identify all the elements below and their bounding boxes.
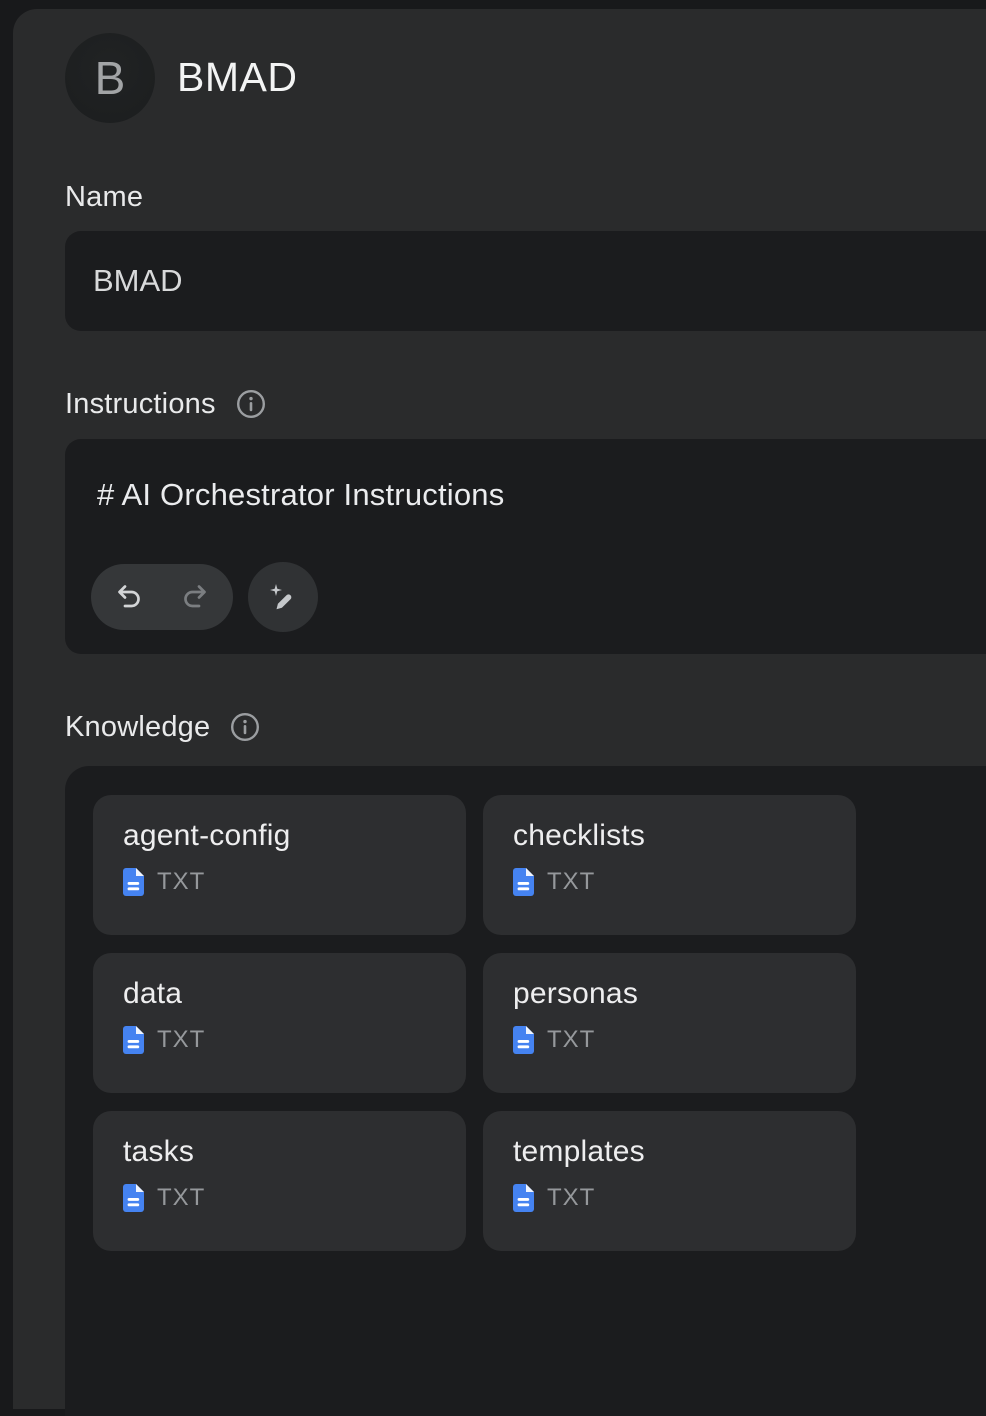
magic-rewrite-icon	[267, 581, 299, 613]
knowledge-file-meta: TXT	[513, 1025, 856, 1055]
knowledge-file-card[interactable]: templates TXT	[483, 1111, 856, 1251]
undo-redo-toolbar	[91, 564, 233, 630]
knowledge-file-card[interactable]: agent-config TXT	[93, 795, 466, 935]
knowledge-file-meta: TXT	[513, 867, 856, 897]
redo-icon	[179, 581, 211, 613]
name-label: Name	[65, 181, 143, 214]
text-file-icon	[513, 1026, 534, 1054]
redo-button[interactable]	[172, 574, 218, 620]
instructions-label-row: Instructions	[65, 388, 266, 420]
page-title: BMAD	[177, 55, 297, 100]
file-type-label: TXT	[547, 868, 595, 896]
instructions-label: Instructions	[65, 388, 216, 421]
knowledge-file-card[interactable]: tasks TXT	[93, 1111, 466, 1251]
text-file-icon	[123, 1026, 144, 1054]
knowledge-file-meta: TXT	[123, 867, 466, 897]
knowledge-file-card[interactable]: personas TXT	[483, 953, 856, 1093]
knowledge-file-name: checklists	[513, 818, 856, 854]
knowledge-file-name: agent-config	[123, 818, 466, 854]
knowledge-file-name: data	[123, 976, 466, 1012]
knowledge-file-meta: TXT	[513, 1183, 856, 1213]
file-type-label: TXT	[157, 1184, 205, 1212]
text-file-icon	[123, 1184, 144, 1212]
instructions-editor[interactable]: # AI Orchestrator Instructions	[65, 439, 986, 654]
text-file-icon	[513, 868, 534, 896]
agent-avatar-letter: B	[95, 55, 126, 101]
instructions-text[interactable]: # AI Orchestrator Instructions	[97, 477, 504, 513]
knowledge-file-name: personas	[513, 976, 856, 1012]
knowledge-file-grid: agent-config TXT checklists	[93, 795, 856, 1251]
knowledge-panel: agent-config TXT checklists	[65, 766, 986, 1416]
knowledge-file-meta: TXT	[123, 1025, 466, 1055]
name-label-row: Name	[65, 181, 143, 213]
file-type-label: TXT	[157, 868, 205, 896]
agent-editor-panel: B BMAD Name Instructions # AI Orchestrat…	[13, 9, 986, 1409]
undo-button[interactable]	[106, 574, 152, 620]
info-icon[interactable]	[230, 712, 260, 742]
undo-icon	[113, 581, 145, 613]
text-file-icon	[513, 1184, 534, 1212]
magic-rewrite-button[interactable]	[248, 562, 318, 632]
knowledge-file-meta: TXT	[123, 1183, 466, 1213]
name-input[interactable]	[65, 231, 986, 331]
file-type-label: TXT	[157, 1026, 205, 1054]
knowledge-label: Knowledge	[65, 711, 210, 744]
text-file-icon	[123, 868, 144, 896]
knowledge-label-row: Knowledge	[65, 711, 260, 743]
agent-avatar: B	[65, 33, 155, 123]
file-type-label: TXT	[547, 1026, 595, 1054]
knowledge-file-card[interactable]: data TXT	[93, 953, 466, 1093]
file-type-label: TXT	[547, 1184, 595, 1212]
knowledge-file-name: tasks	[123, 1134, 466, 1170]
knowledge-file-name: templates	[513, 1134, 856, 1170]
info-icon[interactable]	[236, 389, 266, 419]
knowledge-file-card[interactable]: checklists TXT	[483, 795, 856, 935]
